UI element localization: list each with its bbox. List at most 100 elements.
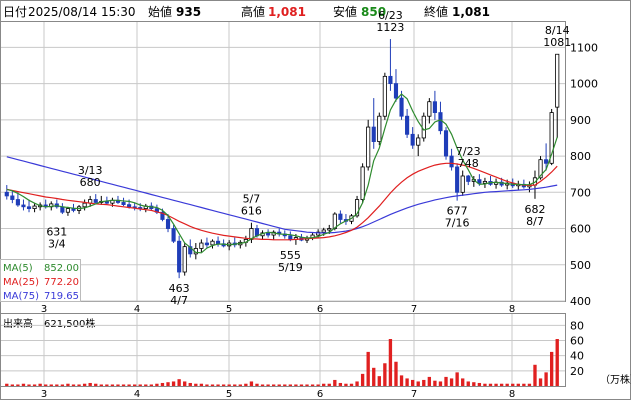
volume-unit-label: （万株） (600, 373, 631, 386)
annotation-value: 680 (80, 176, 101, 189)
candle-body (393, 83, 399, 99)
volume-bar (283, 384, 287, 386)
volume-bar (10, 384, 15, 386)
candle-body (21, 204, 26, 208)
candle-body (399, 97, 404, 117)
candle-body (455, 166, 460, 193)
annotation-value: 616 (241, 205, 262, 218)
candle-body (555, 53, 560, 108)
volume-bar (516, 383, 520, 386)
candle-body (366, 126, 371, 168)
volume-bar (71, 384, 76, 386)
volume-bar (110, 384, 115, 386)
low-label: 安値 (333, 4, 357, 19)
volume-bar (94, 383, 98, 386)
volume-bar (277, 384, 281, 386)
candle-body (32, 205, 37, 210)
candle-body (438, 112, 443, 132)
volume-bar (322, 383, 326, 386)
volume-bar (77, 384, 81, 386)
annotation-date: 5/19 (278, 261, 303, 274)
annotation-date: 8/7 (526, 215, 544, 228)
candle-body (321, 229, 326, 233)
chart-svg: 日付 2025/08/14 15:30 始値 935 高値 1,081 安値 8… (0, 0, 631, 400)
volume-bar (399, 375, 404, 386)
candle-body (421, 115, 426, 139)
candle-body (10, 195, 15, 200)
volume-bar (60, 384, 65, 386)
volume-bar (544, 372, 548, 386)
volume-bar (410, 379, 415, 386)
candle-body (460, 175, 465, 193)
volume-bar (444, 376, 448, 386)
volume-bar (416, 381, 420, 386)
candle-body (416, 137, 421, 146)
volume-bar (472, 382, 476, 386)
volume-bar (327, 383, 331, 386)
volume-bar (216, 384, 220, 386)
candle-body (254, 228, 260, 237)
candle-body (405, 115, 410, 135)
volume-bar (449, 378, 454, 386)
candle-body (449, 155, 454, 168)
volume-bar (527, 383, 532, 386)
candle-body (4, 191, 9, 197)
volume-bar (132, 384, 137, 386)
candle-body (288, 235, 293, 240)
volume-bar (210, 384, 215, 386)
ma5-legend-label: MA(5) (3, 263, 33, 274)
candle-body (388, 75, 393, 84)
volume-bar (99, 384, 103, 386)
volume-bar (249, 381, 254, 386)
candle-body (432, 101, 437, 113)
open-label: 始値 (148, 4, 172, 19)
candle-body (338, 213, 343, 220)
volume-bar (16, 384, 20, 386)
volume-bar (5, 383, 9, 386)
candle-body (82, 202, 87, 208)
price-y-tick-label: 500 (570, 259, 591, 272)
volume-bar (149, 384, 154, 386)
volume-y-tick-label: 60 (570, 335, 584, 348)
candle-body (204, 242, 210, 246)
volume-bar (349, 383, 354, 386)
volume-bar (505, 383, 509, 386)
volume-bar (305, 384, 309, 386)
volume-bar (221, 384, 226, 386)
volume-bar (538, 378, 543, 386)
volume-x-tick-label: 7 (411, 389, 417, 400)
volume-bar (144, 384, 148, 386)
volume-bar (199, 383, 204, 386)
volume-bar (82, 383, 87, 386)
price-y-tick-label: 600 (570, 223, 591, 236)
volume-bar (238, 384, 242, 386)
volume-bar (177, 379, 181, 386)
volume-bar (116, 384, 120, 386)
volume-bar (372, 367, 376, 386)
volume-bar (294, 384, 298, 386)
volume-x-tick-label: 5 (226, 389, 232, 400)
candle-body (327, 228, 332, 231)
volume-bar (427, 376, 432, 386)
candle-body (410, 133, 415, 146)
candle-body (544, 159, 549, 164)
ma75-legend-value: 719.65 (44, 291, 79, 302)
volume-bar (205, 384, 209, 386)
volume-bar (21, 383, 26, 386)
volume-bar (260, 384, 265, 386)
candle-body (60, 206, 65, 213)
candle-body (171, 228, 176, 242)
volume-bar (355, 381, 359, 386)
volume-x-tick-label: 3 (41, 389, 47, 400)
volume-bar (494, 383, 498, 386)
volume-bar (32, 384, 37, 386)
volume-bar (55, 384, 59, 386)
volume-bar (316, 384, 320, 386)
volume-bar (244, 383, 248, 386)
candle-body (377, 115, 382, 142)
volume-bar (288, 384, 293, 386)
price-y-tick-label: 1100 (570, 41, 598, 54)
volume-x-tick-label: 6 (317, 389, 323, 400)
price-y-tick-label: 1000 (570, 78, 598, 91)
volume-bar (377, 376, 381, 386)
